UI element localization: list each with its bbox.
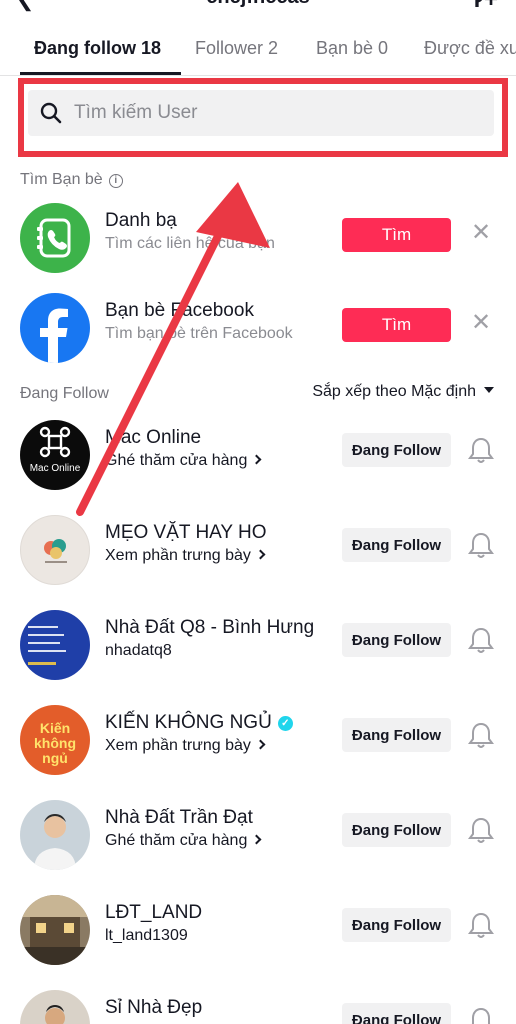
top-bar: ❮ chejfhccas ʔ+ xyxy=(0,0,516,14)
tab-friends[interactable]: Bạn bè 0 xyxy=(316,38,388,59)
user-subtitle-link[interactable]: Ghé thăm cửa hàng xyxy=(105,832,262,850)
find-contacts-row: Danh bạ Tìm các liên hệ của bạn Tìm ✕ xyxy=(0,198,516,278)
user-name: Nhà Đất Trần Đạt xyxy=(105,807,253,828)
user-handle: lt_land1309 xyxy=(105,927,188,944)
list-item[interactable]: Nhà Đất Trần Đạt Ghé thăm cửa hàng Đang … xyxy=(0,795,516,875)
bell-icon[interactable] xyxy=(468,1006,494,1024)
avatar[interactable] xyxy=(20,515,90,585)
bell-icon[interactable] xyxy=(468,721,494,749)
user-subtitle-link[interactable]: Xem phần trưng bày xyxy=(105,737,266,755)
avatar[interactable] xyxy=(20,990,90,1024)
avatar[interactable] xyxy=(20,895,90,965)
user-subtitle-link[interactable]: Xem phần trưng bày xyxy=(105,547,266,565)
avatar[interactable]: Mac Online xyxy=(20,420,90,490)
avatar[interactable] xyxy=(20,800,90,870)
phone-contacts-icon xyxy=(20,203,90,273)
bell-icon[interactable] xyxy=(468,911,494,939)
user-subtitle: Xem phần trưng bày xyxy=(105,547,251,564)
following-button[interactable]: Đang Follow xyxy=(342,433,451,467)
user-name-wrap: KIẾN KHÔNG NGỦ ✓ xyxy=(105,712,293,734)
find-facebook-row: Bạn bè Facebook Tìm bạn bè trên Facebook… xyxy=(0,288,516,368)
following-button[interactable]: Đang Follow xyxy=(342,908,451,942)
bell-icon[interactable] xyxy=(468,531,494,559)
avatar[interactable] xyxy=(20,610,90,680)
annotation-highlight-box xyxy=(18,78,508,157)
verified-badge-icon: ✓ xyxy=(277,716,293,731)
bell-icon[interactable] xyxy=(468,436,494,464)
sort-label: Sắp xếp theo Mặc định xyxy=(312,383,476,400)
chevron-right-icon xyxy=(251,454,262,465)
list-item[interactable]: LĐT_LAND lt_land1309 Đang Follow xyxy=(0,890,516,970)
chevron-right-icon xyxy=(255,739,266,750)
user-name: Mac Online xyxy=(105,427,202,448)
find-friends-title: Tìm Bạn bè xyxy=(20,171,103,188)
following-button[interactable]: Đang Follow xyxy=(342,813,451,847)
user-name: Nhà Đất Q8 - Bình Hưng xyxy=(105,617,315,638)
user-subtitle-link[interactable]: Ghé thăm cửa hàng xyxy=(105,452,262,470)
avatar-logo-text: Kiến không ngủ xyxy=(34,720,76,766)
user-subtitle: Ghé thăm cửa hàng xyxy=(105,832,248,849)
active-tab-indicator xyxy=(20,72,181,75)
chevron-right-icon xyxy=(255,549,266,560)
bell-icon[interactable] xyxy=(468,816,494,844)
bell-icon[interactable] xyxy=(468,626,494,654)
add-user-icon[interactable]: ʔ+ xyxy=(471,0,498,14)
facebook-friends-subtitle: Tìm bạn bè trên Facebook xyxy=(105,325,293,342)
list-item[interactable]: Kiến không ngủ KIẾN KHÔNG NGỦ ✓ Xem phần … xyxy=(0,700,516,780)
follow-tabs: Đang follow 18 Follower 2 Bạn bè 0 Được … xyxy=(0,22,516,76)
user-subtitle: Ghé thăm cửa hàng xyxy=(105,452,248,469)
user-name: MẸO VẶT HAY HO xyxy=(105,522,267,543)
contacts-subtitle: Tìm các liên hệ của bạn xyxy=(105,235,275,252)
following-label: Đang Follow xyxy=(20,385,109,402)
list-item[interactable]: Mac Online Mac Online Ghé thăm cửa hàng … xyxy=(0,415,516,495)
list-item[interactable]: Nhà Đất Q8 - Bình Hưng nhadatq8 Đang Fol… xyxy=(0,605,516,685)
facebook-friends-title: Bạn bè Facebook xyxy=(105,300,254,321)
following-button[interactable]: Đang Follow xyxy=(342,718,451,752)
avatar-logo-text: Mac Online xyxy=(29,463,81,474)
following-button[interactable]: Đang Follow xyxy=(342,528,451,562)
user-name: LĐT_LAND xyxy=(105,902,203,923)
user-name: Sỉ Nhà Đẹp xyxy=(105,997,203,1018)
avatar[interactable]: Kiến không ngủ xyxy=(20,705,90,775)
caret-down-icon xyxy=(484,387,494,393)
info-icon[interactable]: i xyxy=(108,174,123,188)
dismiss-facebook-close-icon[interactable]: ✕ xyxy=(470,311,492,335)
tab-following[interactable]: Đang follow 18 xyxy=(34,38,161,59)
user-handle: nhadatq8 xyxy=(105,642,172,659)
find-contacts-button[interactable]: Tìm xyxy=(342,218,451,252)
following-button[interactable]: Đang Follow xyxy=(342,1003,451,1024)
tab-suggested[interactable]: Được đề xu xyxy=(424,38,516,59)
tab-followers[interactable]: Follower 2 xyxy=(195,38,278,59)
contacts-title: Danh bạ xyxy=(105,210,177,231)
following-button[interactable]: Đang Follow xyxy=(342,623,451,657)
find-friends-label: Tìm Bạn bè i xyxy=(20,171,123,189)
dismiss-contacts-close-icon[interactable]: ✕ xyxy=(470,221,492,245)
facebook-icon xyxy=(20,293,90,363)
user-name: KIẾN KHÔNG NGỦ xyxy=(105,712,272,733)
page-title: chejfhccas xyxy=(0,0,516,9)
user-subtitle: Xem phần trưng bày xyxy=(105,737,251,754)
list-item[interactable]: MẸO VẶT HAY HO Xem phần trưng bày Đang F… xyxy=(0,510,516,590)
chevron-right-icon xyxy=(251,834,262,845)
find-facebook-button[interactable]: Tìm xyxy=(342,308,451,342)
sort-dropdown[interactable]: Sắp xếp theo Mặc định xyxy=(312,383,494,401)
list-item[interactable]: Sỉ Nhà Đẹp Đang Follow xyxy=(0,985,516,1024)
